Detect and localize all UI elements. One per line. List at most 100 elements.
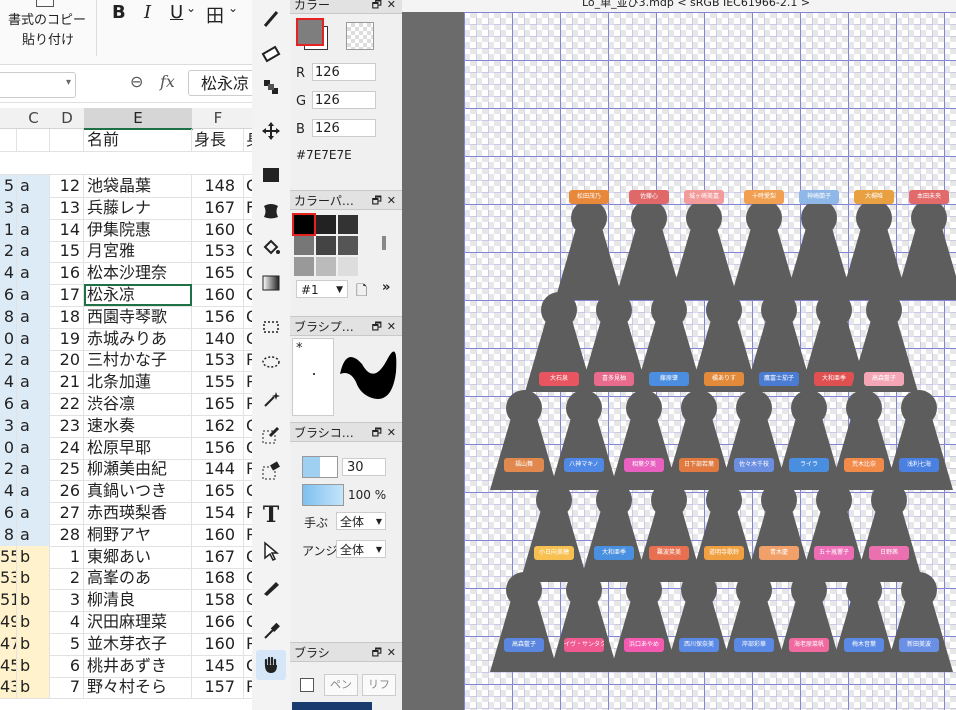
canvas[interactable]: 松田茂乃 佐藤心 城ヶ崎美嘉 十時愛梨 神崎蘭子 大槻唯 本田未央 大石泉 喜多見柚 藤原肇 橘あり…: [464, 12, 956, 710]
palette-swatch[interactable]: [316, 257, 336, 276]
move-tool-icon[interactable]: [256, 116, 286, 146]
cell-number[interactable]: 5: [50, 632, 84, 655]
palette-scrollbar[interactable]: [382, 236, 386, 250]
cell-group[interactable]: a: [17, 196, 50, 219]
cell-type[interactable]: C: [244, 219, 252, 241]
brush-preview-header[interactable]: ブラシプ… 🗗 ✕: [290, 316, 402, 336]
cell-number[interactable]: 3: [50, 589, 84, 612]
cell-group[interactable]: a: [17, 480, 50, 503]
cell-number[interactable]: 4: [50, 611, 84, 633]
float-icon[interactable]: 🗗: [372, 643, 382, 663]
float-icon[interactable]: 🗗: [372, 191, 382, 211]
palette-swatch[interactable]: [338, 257, 358, 276]
cell-number[interactable]: 26: [50, 480, 84, 503]
cell-name[interactable]: 沢田麻理菜: [84, 611, 192, 633]
cell-type[interactable]: P: [244, 393, 252, 415]
column-header-e[interactable]: E: [84, 108, 193, 130]
underline-button[interactable]: U: [170, 2, 183, 23]
table-header-row[interactable]: 名前 身長 身: [0, 129, 252, 152]
italic-button[interactable]: I: [144, 2, 151, 23]
cell-name[interactable]: 柳清良: [84, 589, 192, 612]
table-row[interactable]: 8a18西園寺琴歌156C: [0, 305, 252, 329]
cell[interactable]: [0, 129, 17, 151]
row-header-cell[interactable]: 3: [0, 414, 17, 437]
paste-label[interactable]: 貼り付け: [22, 29, 74, 48]
canvas-area[interactable]: 松田茂乃 佐藤心 城ヶ崎美嘉 十時愛梨 神崎蘭子 大槻唯 本田未央 大石泉 喜多見柚 藤原肇 橘あり…: [402, 0, 956, 710]
cell-height[interactable]: 160: [192, 632, 244, 655]
cell-type[interactable]: C: [244, 284, 252, 306]
g-input[interactable]: 126: [312, 91, 376, 109]
cell-height[interactable]: 140: [192, 327, 244, 350]
stabilizer-select[interactable]: 全体 ▼: [336, 512, 386, 530]
select-eraser-icon[interactable]: [256, 456, 286, 486]
dither-tool-icon[interactable]: [256, 72, 286, 102]
table-row[interactable]: 47b5並木芽衣子160P: [0, 632, 252, 656]
pen-brush-tab[interactable]: ペン: [324, 674, 358, 696]
cell-type[interactable]: P: [244, 633, 252, 655]
gradient-tool-icon[interactable]: [256, 268, 286, 298]
b-input[interactable]: 126: [312, 119, 376, 137]
cell[interactable]: 身: [244, 129, 252, 151]
brush-checkbox[interactable]: [300, 678, 314, 692]
cell-name[interactable]: 北条加蓮: [84, 371, 192, 394]
row-header-cell[interactable]: 2: [0, 458, 17, 481]
cell-type[interactable]: C: [244, 611, 252, 633]
column-header-c[interactable]: C: [17, 108, 51, 129]
antialias-select[interactable]: 全体 ▼: [336, 540, 386, 558]
cell-group[interactable]: a: [17, 262, 50, 285]
hand-tool-icon[interactable]: [256, 650, 286, 680]
column-header[interactable]: [0, 108, 18, 129]
row-header-cell[interactable]: 4: [0, 371, 17, 394]
cell-height[interactable]: 165: [192, 393, 244, 415]
cell-type[interactable]: C: [244, 306, 252, 328]
cell-type[interactable]: P: [244, 524, 252, 546]
cell-number[interactable]: 21: [50, 371, 84, 394]
cell-height[interactable]: 165: [192, 480, 244, 503]
palette-swatch[interactable]: [316, 215, 336, 234]
foreground-color-swatch[interactable]: [296, 18, 324, 46]
function-icon[interactable]: fx: [160, 72, 175, 91]
cell-name[interactable]: 野々村そら: [84, 676, 192, 699]
table-row[interactable]: 8a28桐野アヤ160P: [0, 523, 252, 547]
row-header-cell[interactable]: 3: [0, 196, 17, 219]
lasso-tool-icon[interactable]: [256, 348, 286, 378]
cell-name[interactable]: 池袋晶葉: [84, 175, 192, 197]
cell-group[interactable]: a: [17, 393, 50, 415]
cell-height[interactable]: 154: [192, 502, 244, 524]
shape-fill-icon[interactable]: [256, 196, 286, 226]
row-header-cell[interactable]: 49: [0, 611, 17, 633]
chevron-down-icon[interactable]: ▾: [66, 77, 71, 88]
cell-number[interactable]: 20: [50, 349, 84, 372]
cell-name[interactable]: 兵藤レナ: [84, 196, 192, 219]
row-header-cell[interactable]: 6: [0, 284, 17, 306]
cell-group[interactable]: a: [17, 327, 50, 350]
cell-group[interactable]: b: [17, 545, 50, 568]
cell-type[interactable]: P: [244, 458, 252, 480]
row-header-cell[interactable]: 51: [0, 589, 17, 612]
row-header-cell[interactable]: 2: [0, 349, 17, 372]
cell-group[interactable]: a: [17, 305, 50, 328]
row-header-cell[interactable]: 6: [0, 393, 17, 415]
cell-name[interactable]: 赤城みりあ: [84, 327, 192, 350]
bold-button[interactable]: B: [112, 2, 126, 23]
cell-name[interactable]: 伊集院惠: [84, 218, 192, 241]
cell-type[interactable]: C: [244, 589, 252, 611]
empty-row[interactable]: [0, 152, 252, 175]
cell-name[interactable]: 真鍋いつき: [84, 480, 192, 503]
cell-height[interactable]: 153: [192, 240, 244, 263]
brush-size-input[interactable]: 30: [342, 458, 386, 476]
table-row[interactable]: 3a23速水奏162C: [0, 414, 252, 438]
table-row[interactable]: 53b2高峯のあ168C: [0, 567, 252, 591]
table-row[interactable]: 2a15月宮雅153C: [0, 240, 252, 264]
row-header-cell[interactable]: 5: [0, 175, 17, 197]
magic-wand-icon[interactable]: [256, 384, 286, 414]
cell-number[interactable]: 2: [50, 567, 84, 590]
cell-number[interactable]: 1: [50, 545, 84, 568]
cell-height[interactable]: 167: [192, 545, 244, 568]
cell-number[interactable]: 28: [50, 523, 84, 546]
cell-height[interactable]: 165: [192, 262, 244, 285]
cell-name[interactable]: 松本沙理奈: [84, 262, 192, 285]
cell-name[interactable]: 松永凉: [84, 284, 192, 306]
cell-name[interactable]: 速水奏: [84, 414, 192, 437]
row-header-cell[interactable]: 4: [0, 262, 17, 285]
